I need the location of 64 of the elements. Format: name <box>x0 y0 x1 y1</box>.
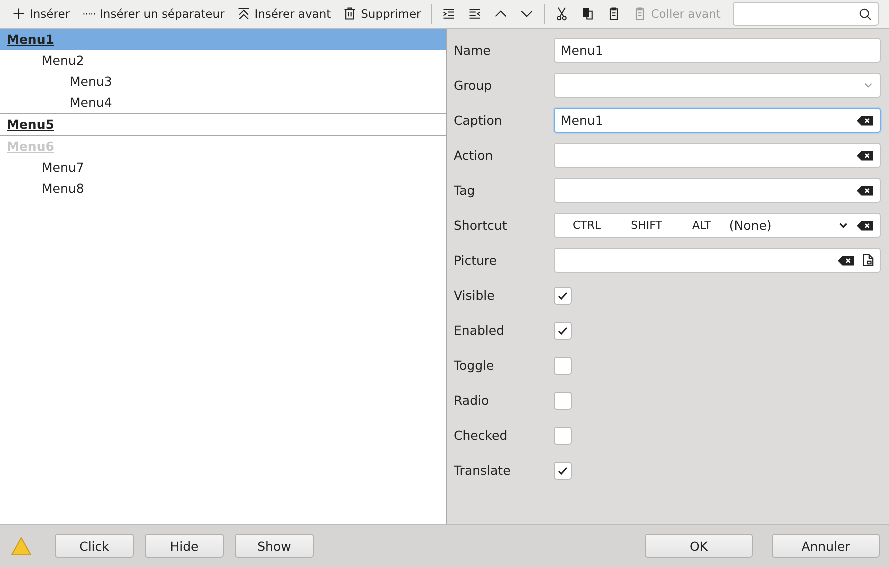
toolbar-button[interactable]: Insérer avant <box>230 2 338 26</box>
menu-item[interactable]: Menu1 <box>7 32 54 47</box>
property-label: Enabled <box>454 323 506 338</box>
indent-icon <box>442 7 456 21</box>
search-field[interactable] <box>732 2 879 26</box>
checkbox[interactable] <box>554 426 572 444</box>
shortcut-field[interactable]: CTRL SHIFT ALT (None) <box>554 213 881 238</box>
checkmark-icon <box>557 324 569 336</box>
menu-item[interactable]: Menu2 <box>42 53 84 68</box>
property-label: Caption <box>454 113 504 128</box>
trash-icon <box>343 7 358 21</box>
property-label: Shortcut <box>454 218 508 233</box>
field-value: Menu1 <box>561 113 604 128</box>
menu-item[interactable]: Menu3 <box>70 74 112 89</box>
property-label: Translate <box>454 463 512 478</box>
modifier-toggle[interactable]: CTRL <box>573 219 602 232</box>
plus-icon <box>12 7 26 21</box>
clear-icon[interactable] <box>857 114 874 126</box>
action-button[interactable]: Show <box>235 534 314 558</box>
double-chevron-up-icon <box>236 7 251 21</box>
clear-icon[interactable] <box>857 150 874 162</box>
toolbar-button[interactable]: Supprimer <box>337 2 428 26</box>
property-label: Checked <box>454 428 509 443</box>
menu-item[interactable]: Menu5 <box>7 117 54 132</box>
property-label: Group <box>454 78 494 93</box>
dialog-button[interactable]: OK <box>645 534 753 558</box>
input-field[interactable]: Menu1 <box>554 108 881 133</box>
checkbox[interactable] <box>554 286 572 304</box>
checkbox[interactable] <box>554 462 572 480</box>
action-button[interactable]: Click <box>55 534 134 558</box>
action-button[interactable]: Hide <box>145 534 224 558</box>
input-field[interactable] <box>554 178 881 203</box>
copy-icon <box>581 7 596 21</box>
field-value: Menu1 <box>561 43 604 58</box>
clear-icon[interactable] <box>857 220 874 232</box>
property-label: Action <box>454 148 494 163</box>
property-label: Toggle <box>454 358 496 373</box>
property-label: Picture <box>454 253 498 268</box>
dialog-button[interactable]: Annuler <box>772 534 880 558</box>
modifier-toggle[interactable]: SHIFT <box>631 219 663 232</box>
input-field[interactable] <box>554 248 881 273</box>
checkmark-icon <box>557 464 569 476</box>
file-icon[interactable] <box>863 254 874 267</box>
input-field[interactable]: Menu1 <box>554 38 881 63</box>
search-icon <box>858 8 872 20</box>
toolbar-button[interactable]: Insérer <box>6 2 76 26</box>
toolbar-button[interactable]: Insérer un séparateur <box>76 2 231 26</box>
clear-icon[interactable] <box>838 254 855 266</box>
checkbox[interactable] <box>554 322 572 340</box>
modifier-toggle[interactable]: ALT <box>692 219 712 232</box>
property-label: Visible <box>454 288 496 303</box>
scissors-icon <box>555 7 570 21</box>
property-label: Tag <box>454 183 476 198</box>
clear-icon[interactable] <box>857 184 874 196</box>
input-field[interactable] <box>554 143 881 168</box>
outdent-icon <box>468 7 482 21</box>
key-value: (None) <box>729 218 772 233</box>
property-label: Radio <box>454 393 490 408</box>
property-label: Name <box>454 43 492 58</box>
checkbox[interactable] <box>554 392 572 410</box>
warning-icon <box>11 536 32 556</box>
menu-item[interactable]: Menu4 <box>70 95 112 110</box>
checkbox[interactable] <box>554 356 572 374</box>
checkmark-icon <box>557 290 569 302</box>
